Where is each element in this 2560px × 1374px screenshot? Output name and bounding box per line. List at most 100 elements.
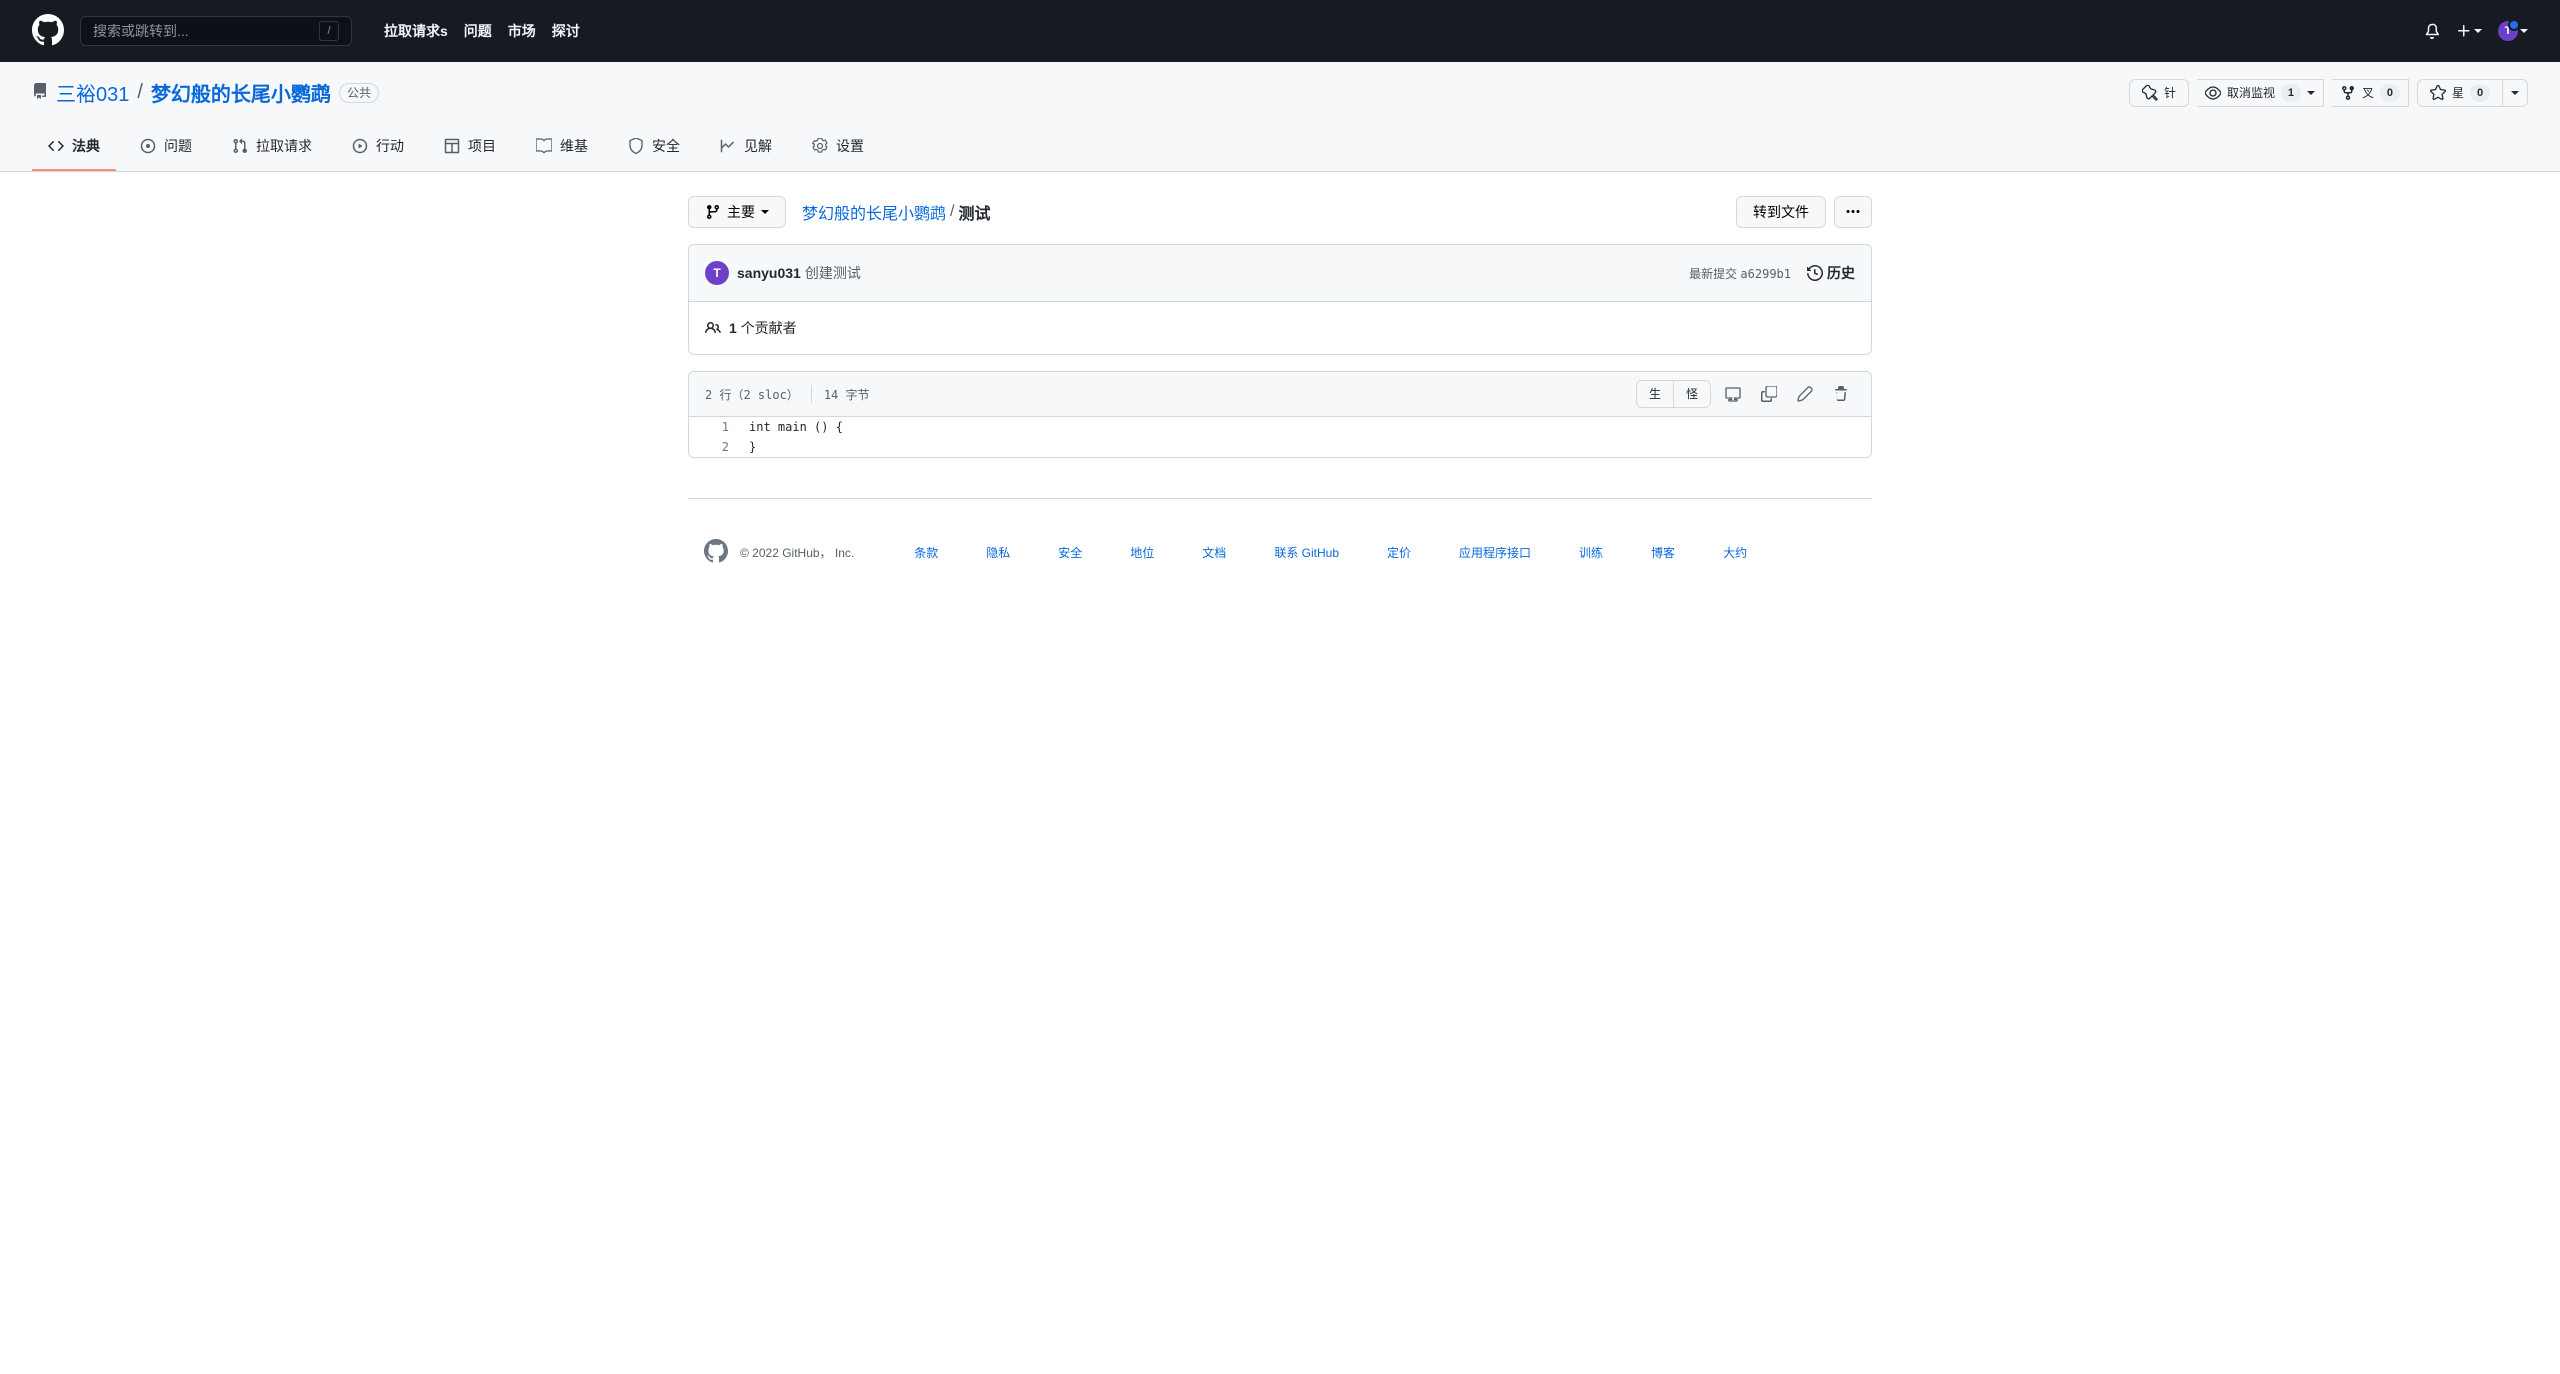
search-box[interactable]: / — [80, 16, 352, 46]
github-logo[interactable] — [32, 14, 64, 49]
repo-tabs: 法典 问题 拉取请求 行动 项目 维基 安全 见解 设置 — [32, 123, 2528, 171]
nav-pulls[interactable]: 拉取请求s — [384, 21, 448, 41]
pin-label: 针 — [2164, 83, 2176, 103]
tab-insights[interactable]: 见解 — [704, 123, 788, 171]
desktop-icon — [1725, 386, 1741, 402]
search-input[interactable] — [93, 23, 319, 39]
copy-button[interactable] — [1755, 380, 1783, 408]
branch-name: 主要 — [727, 202, 755, 222]
caret-down-icon — [2307, 91, 2315, 95]
contributors-row: 1 个贡献者 — [689, 302, 1871, 354]
breadcrumb-repo[interactable]: 梦幻般的长尾小鹦鹉 — [802, 200, 946, 224]
line-content[interactable]: } — [739, 437, 766, 457]
code-actions: 生 怪 — [1636, 380, 1855, 408]
commit-row: T sanyu031 创建测试 最新提交 a6299b1 历史 — [689, 245, 1871, 302]
line-content[interactable]: int main () { — [739, 417, 853, 437]
copy-icon — [1761, 386, 1777, 402]
code-line: 2} — [689, 437, 1871, 457]
tab-insights-label: 见解 — [744, 131, 772, 161]
breadcrumb-file: 测试 — [958, 200, 990, 224]
caret-down-icon — [761, 210, 769, 214]
code-stats-lines: 2 行（2 sloc） — [705, 386, 799, 403]
history-icon — [1807, 265, 1823, 281]
commit-author[interactable]: sanyu031 — [737, 265, 801, 281]
tab-security[interactable]: 安全 — [612, 123, 696, 171]
create-new-dropdown[interactable] — [2456, 23, 2482, 39]
user-menu[interactable]: T — [2498, 21, 2528, 41]
footer-terms[interactable]: 条款 — [914, 544, 938, 561]
footer-security[interactable]: 安全 — [1058, 544, 1082, 561]
more-options-button[interactable] — [1834, 196, 1872, 228]
blame-button[interactable]: 怪 — [1673, 381, 1710, 407]
tab-issues[interactable]: 问题 — [124, 123, 208, 171]
tab-projects[interactable]: 项目 — [428, 123, 512, 171]
footer-inner: © 2022 GitHub， Inc. 条款 隐私 安全 地位 文档 联系 Gi… — [688, 539, 1872, 566]
history-link[interactable]: 历史 — [1807, 263, 1855, 283]
footer-docs[interactable]: 文档 — [1202, 544, 1226, 561]
star-dropdown[interactable] — [2503, 79, 2528, 107]
footer-blog[interactable]: 博客 — [1651, 544, 1675, 561]
footer-links: 条款 隐私 安全 地位 文档 联系 GitHub 定价 应用程序接口 训练 博客… — [914, 544, 1747, 561]
divider — [811, 385, 812, 403]
nav-explore[interactable]: 探讨 — [552, 21, 580, 41]
contributors-count: 1 — [729, 320, 737, 336]
fork-label: 叉 — [2362, 83, 2374, 103]
tab-wiki[interactable]: 维基 — [520, 123, 604, 171]
footer-status[interactable]: 地位 — [1130, 544, 1154, 561]
branch-select[interactable]: 主要 — [688, 196, 786, 228]
fork-button[interactable]: 叉 0 — [2332, 79, 2409, 107]
code-header: 2 行（2 sloc） 14 字节 生 怪 — [689, 372, 1871, 417]
code-stats-bytes: 14 字节 — [824, 386, 870, 403]
header-right: T — [2424, 21, 2528, 41]
repo-owner-link[interactable]: 三裕031 — [56, 78, 129, 107]
desktop-button[interactable] — [1719, 380, 1747, 408]
commit-sha[interactable]: a6299b1 — [1740, 267, 1791, 281]
caret-down-icon — [2520, 29, 2528, 33]
footer-logo-icon[interactable] — [704, 539, 728, 566]
line-number[interactable]: 2 — [689, 437, 739, 457]
nav-marketplace[interactable]: 市场 — [508, 21, 536, 41]
code-line: 1int main () { — [689, 417, 1871, 437]
star-label: 星 — [2452, 83, 2464, 103]
main-content: 主要 梦幻般的长尾小鹦鹉 / 测试 转到文件 T sanyu031 创建测试 最… — [656, 172, 1904, 630]
breadcrumb: 梦幻般的长尾小鹦鹉 / 测试 — [802, 200, 990, 224]
file-nav-right: 转到文件 — [1736, 196, 1872, 228]
edit-button[interactable] — [1791, 380, 1819, 408]
commit-avatar[interactable]: T — [705, 261, 729, 285]
repo-icon — [32, 83, 48, 102]
tab-settings[interactable]: 设置 — [796, 123, 880, 171]
footer-api[interactable]: 应用程序接口 — [1459, 544, 1531, 561]
fork-button-group: 叉 0 — [2332, 79, 2409, 107]
footer-pricing[interactable]: 定价 — [1387, 544, 1411, 561]
repo-name-link[interactable]: 梦幻般的长尾小鹦鹉 — [151, 84, 331, 106]
tab-code[interactable]: 法典 — [32, 123, 116, 171]
star-button[interactable]: 星 0 — [2417, 79, 2503, 107]
delete-button[interactable] — [1827, 380, 1855, 408]
tab-code-label: 法典 — [72, 131, 100, 161]
notifications-icon[interactable] — [2424, 23, 2440, 39]
latest-commit: 最新提交 a6299b1 — [1689, 265, 1791, 282]
code-body: 1int main () {2} — [689, 417, 1871, 457]
star-count: 0 — [2470, 84, 2490, 102]
nav-issues[interactable]: 问题 — [464, 21, 492, 41]
header-left: / 拉取请求s 问题 市场 探讨 — [32, 14, 580, 49]
goto-file-button[interactable]: 转到文件 — [1736, 196, 1826, 228]
tab-pulls[interactable]: 拉取请求 — [216, 123, 328, 171]
search-slash-hint: / — [319, 21, 339, 41]
footer-contact[interactable]: 联系 GitHub — [1274, 544, 1339, 561]
tab-actions[interactable]: 行动 — [336, 123, 420, 171]
caret-down-icon — [2511, 91, 2519, 95]
watch-button-group: 取消监视 1 — [2197, 79, 2324, 107]
commit-message[interactable]: 创建测试 — [805, 263, 861, 283]
footer-privacy[interactable]: 隐私 — [986, 544, 1010, 561]
contributors-text[interactable]: 1 个贡献者 — [729, 318, 797, 338]
commit-meta: 最新提交 a6299b1 历史 — [1689, 263, 1855, 283]
footer-copyright: © 2022 GitHub， Inc. — [740, 544, 854, 561]
unwatch-button[interactable]: 取消监视 1 — [2197, 79, 2324, 107]
raw-button[interactable]: 生 — [1637, 381, 1673, 407]
pin-button[interactable]: 针 — [2129, 79, 2189, 107]
people-icon — [705, 320, 721, 336]
line-number[interactable]: 1 — [689, 417, 739, 437]
footer-about[interactable]: 大约 — [1723, 544, 1747, 561]
footer-training[interactable]: 训练 — [1579, 544, 1603, 561]
